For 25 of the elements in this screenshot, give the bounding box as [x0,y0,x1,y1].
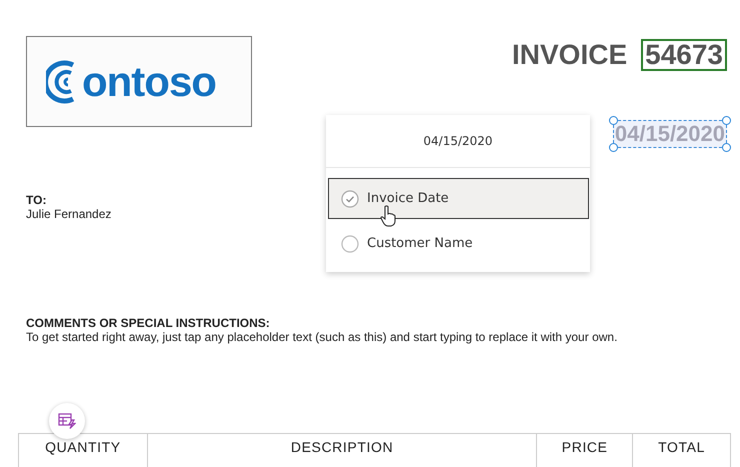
selection-handle[interactable] [608,116,618,125]
invoice-number[interactable]: 54673 [641,39,727,71]
comments-text: To get started right away, just tap any placeholder text (such as this) and start typing to replace it with your own. [26,330,618,344]
logo-text: ontoso [82,60,216,102]
menu-option[interactable]: Invoice Date [328,178,589,219]
selection-handle[interactable] [722,116,731,125]
column-header: TOTAL [658,439,705,455]
column-header: QUANTITY [45,439,121,455]
recipient-label: TO: [26,193,46,207]
radio-checked-icon [341,190,359,208]
hand-cursor-icon [380,205,396,227]
option-label: Invoice Date [367,191,449,206]
option-label: Customer Name [367,236,473,251]
comments-heading: COMMENTS OR SPECIAL INSTRUCTIONS: [26,316,270,330]
radio-icon [341,234,359,252]
column-header: PRICE [562,439,608,455]
selection-handle[interactable] [608,143,618,152]
table-lightning-icon [58,413,76,429]
selection-handle[interactable] [722,143,731,152]
popup-header: 04/15/2020 [326,115,590,168]
invoice-title: INVOICE [512,39,628,71]
recipient-name: Julie Fernandez [26,207,112,221]
table-tools-button[interactable] [49,403,85,439]
menu-option[interactable]: Customer Name [328,223,589,264]
column-header: DESCRIPTION [290,439,394,455]
